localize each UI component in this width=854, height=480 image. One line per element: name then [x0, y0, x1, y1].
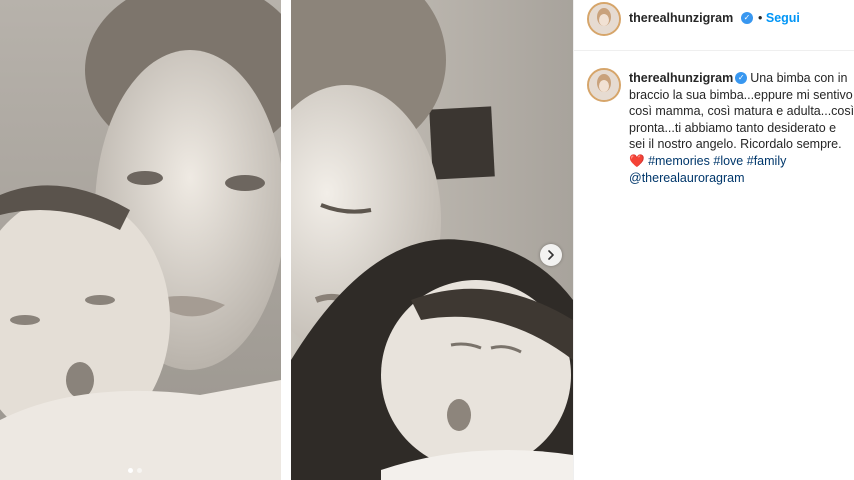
- carousel-dot: [128, 468, 133, 473]
- photo-right-illustration: [291, 0, 573, 480]
- carousel-next-button[interactable]: [540, 244, 562, 266]
- carousel-dot: [137, 468, 142, 473]
- post-image-right: [291, 0, 573, 480]
- separator-dot: •: [758, 11, 763, 25]
- follow-button[interactable]: • Segui: [758, 11, 800, 25]
- chevron-right-icon: [548, 250, 554, 260]
- heart-emoji-icon: ❤️: [629, 153, 645, 168]
- post-caption: therealhunzigram ✓ Una bimba con in bracci…: [629, 70, 854, 186]
- post-sidebar: therealhunzigram ✓ • Segui therealhunzig…: [573, 0, 854, 480]
- post-header: therealhunzigram ✓ • Segui: [574, 0, 854, 36]
- post-image-left: [0, 0, 281, 480]
- verified-badge-icon: ✓: [735, 71, 748, 84]
- image-gap: [281, 0, 291, 480]
- verified-badge-icon: ✓: [741, 12, 753, 24]
- profile-photo-icon: [589, 4, 619, 34]
- mention-link[interactable]: @therealauroragram: [629, 171, 745, 185]
- profile-photo-icon: [589, 70, 619, 100]
- carousel-dots: [128, 468, 142, 473]
- photo-left-illustration: [0, 0, 281, 480]
- hashtag-family[interactable]: #family: [747, 154, 787, 168]
- caption-username[interactable]: therealhunzigram: [629, 71, 733, 85]
- avatar[interactable]: [587, 2, 621, 36]
- follow-label: Segui: [765, 11, 800, 25]
- caption-avatar[interactable]: [587, 68, 621, 102]
- hashtag-love[interactable]: #love: [713, 154, 743, 168]
- hashtag-memories[interactable]: #memories: [648, 154, 710, 168]
- header-divider: [574, 50, 854, 51]
- header-username[interactable]: therealhunzigram: [629, 11, 733, 25]
